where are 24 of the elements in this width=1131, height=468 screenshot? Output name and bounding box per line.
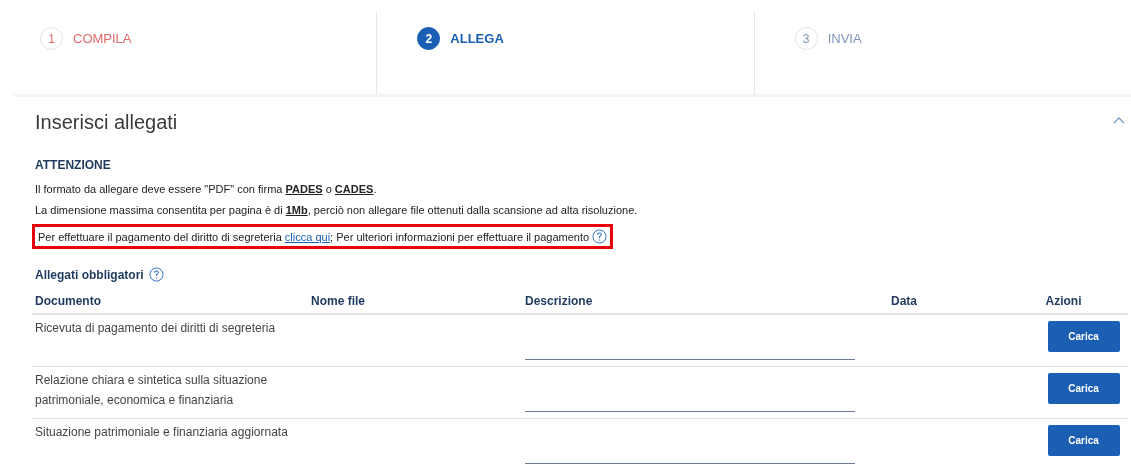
table-cell: Ricevuta di pagamento dei diritti di segreteria	[32, 314, 308, 367]
help-icon[interactable]	[148, 267, 164, 282]
step-label[interactable]: INVIA	[827, 27, 862, 50]
help-icon[interactable]	[592, 229, 608, 244]
notice-heading: ATTENZIONE	[35, 158, 112, 172]
upload-button[interactable]: Carica	[1047, 425, 1120, 456]
section-title: Inserisci allegati	[35, 111, 178, 134]
column-header: Azioni	[999, 289, 1128, 314]
upload-button[interactable]: Carica	[1047, 321, 1120, 352]
table-title: Allegati obbligatori	[35, 267, 144, 282]
column-header: Documento	[32, 289, 308, 314]
payment-text: Per effettuare il pagamento del diritto di segreteria clicca qui; Per ulteriori informazioni per effettuare il pagamento	[38, 230, 590, 243]
column-header: Data	[888, 289, 999, 314]
chevron-icon[interactable]	[1113, 115, 1125, 124]
column-header: Descrizione	[522, 289, 888, 314]
upload-button[interactable]: Carica	[1047, 373, 1120, 404]
step-label[interactable]: ALLEGA	[450, 27, 504, 50]
step-number: 2	[417, 27, 441, 50]
table-cell: Situazione patrimoniale e finanziaria aggiornata	[32, 418, 308, 468]
column-header: Nome file	[308, 289, 522, 314]
notice-text: La dimensione massima consentita per pagina è di 1Mb, perciò non allegare file ottenuti dalla scansione ad alta risoluzione.	[35, 203, 639, 217]
notice-text: Il formato da allegare deve essere "PDF" con firma PADES o CADES.	[35, 182, 378, 196]
table-cell: Relazione chiara e sintetica sulla situazione patrimoniale, economica e finanziaria	[32, 366, 308, 419]
step-label[interactable]: COMPILA	[73, 27, 132, 50]
